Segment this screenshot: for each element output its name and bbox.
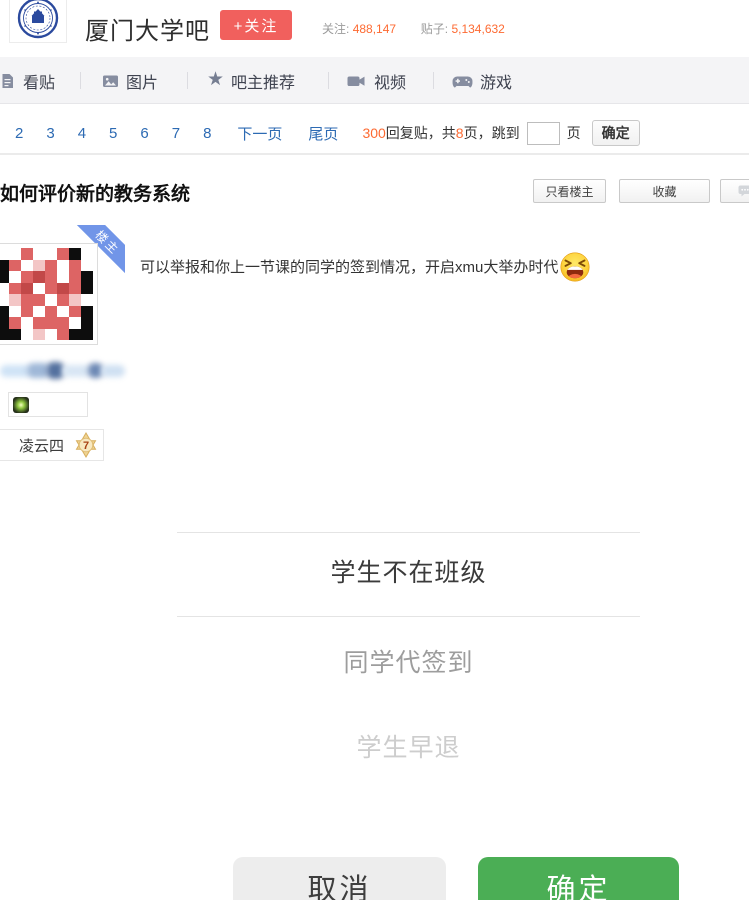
star-icon: ★ bbox=[207, 70, 224, 89]
tieba-thread-page: 厦门大学吧 +关注 关注: 488,147 贴子: 5,134,632 看贴 bbox=[0, 0, 749, 900]
nav-tab-recommended[interactable]: ★ 吧主推荐 bbox=[207, 57, 295, 104]
page-link-4[interactable]: 4 bbox=[78, 125, 86, 142]
reply-button[interactable]: 回复 bbox=[720, 179, 749, 203]
posts-count: 5,134,632 bbox=[451, 22, 504, 36]
page-unit: 页 bbox=[567, 123, 581, 143]
nav-label: 视频 bbox=[374, 69, 406, 93]
favorite-button[interactable]: 收藏 bbox=[619, 179, 710, 203]
svg-text:7: 7 bbox=[83, 440, 89, 452]
dialog-option-student-absent: 学生不在班级 bbox=[177, 553, 640, 589]
page-link-3[interactable]: 3 bbox=[46, 125, 54, 142]
forum-stats: 关注: 488,147 贴子: 5,134,632 bbox=[322, 20, 505, 37]
page-link-5[interactable]: 5 bbox=[109, 125, 117, 142]
dialog-option-proxy-signin: 同学代签到 bbox=[177, 643, 640, 679]
nav-label: 看贴 bbox=[23, 69, 55, 93]
nav-label: 图片 bbox=[126, 69, 158, 93]
post-content: 可以举报和你上一节课的同学的签到情况，开启xmu大举办时代 bbox=[140, 252, 590, 282]
author-level-box[interactable]: 凌云四 7 bbox=[0, 429, 104, 461]
post-image-dialog-screenshot[interactable]: 学生不在班级 同学代签到 学生早退 取消 确定 bbox=[130, 295, 749, 900]
only-op-button[interactable]: 只看楼主 bbox=[533, 179, 606, 203]
post-text: 可以举报和你上一节课的同学的签到情况，开启xmu大举办时代 bbox=[140, 259, 558, 276]
section-divider bbox=[0, 153, 749, 155]
total-pages: 8 bbox=[456, 125, 464, 141]
document-icon bbox=[0, 73, 16, 89]
gamepad-icon bbox=[452, 73, 473, 89]
laughing-squint-emoji-icon bbox=[560, 252, 590, 282]
badge-glow-icon bbox=[13, 397, 29, 413]
xiamen-university-seal-icon bbox=[17, 0, 59, 39]
nav-label: 游戏 bbox=[480, 69, 512, 93]
thread-title: 如何评价新的教务系统 bbox=[0, 179, 190, 206]
video-camera-icon bbox=[347, 73, 367, 89]
image-icon bbox=[102, 73, 119, 89]
follow-button[interactable]: +关注 bbox=[220, 10, 292, 40]
jump-label: 页，跳到 bbox=[464, 123, 520, 143]
followers-count: 488,147 bbox=[353, 22, 396, 36]
posts-label: 贴子: bbox=[421, 22, 448, 36]
nav-tab-videos[interactable]: 视频 bbox=[347, 57, 406, 104]
author-badge-box[interactable] bbox=[8, 392, 88, 417]
jump-confirm-button[interactable]: 确定 bbox=[592, 120, 640, 146]
censored-username[interactable] bbox=[0, 356, 128, 386]
page-link-7[interactable]: 7 bbox=[172, 125, 180, 142]
jump-page-input[interactable] bbox=[527, 122, 560, 145]
nav-separator bbox=[328, 72, 329, 89]
next-page-link[interactable]: 下一页 bbox=[237, 123, 282, 144]
reply-count-suffix: 回复贴，共 bbox=[386, 123, 456, 143]
dialog-divider bbox=[177, 616, 640, 617]
author-avatar[interactable] bbox=[0, 243, 98, 345]
page-link-8[interactable]: 8 bbox=[203, 125, 211, 142]
nav-tab-games[interactable]: 游戏 bbox=[452, 57, 512, 104]
level-name: 凌云四 bbox=[19, 435, 64, 456]
forum-logo[interactable] bbox=[9, 0, 67, 43]
forum-title: 厦门大学吧 bbox=[85, 11, 210, 46]
nav-separator bbox=[433, 72, 434, 89]
nav-tab-posts[interactable]: 看贴 bbox=[0, 57, 55, 104]
pagination-bar: 2 3 4 5 6 7 8 下一页 尾页 300 回复贴，共 8 页，跳到 页 … bbox=[0, 119, 749, 147]
forum-nav: 看贴 图片 ★ 吧主推荐 视频 bbox=[0, 57, 749, 104]
avatar-pixels bbox=[0, 248, 93, 340]
level-7-badge-icon: 7 bbox=[74, 432, 98, 458]
page-link-6[interactable]: 6 bbox=[140, 125, 148, 142]
dialog-confirm-button: 确定 bbox=[478, 857, 679, 900]
nav-label: 吧主推荐 bbox=[231, 69, 295, 93]
dialog-option-leave-early: 学生早退 bbox=[177, 728, 640, 764]
nav-tab-images[interactable]: 图片 bbox=[102, 57, 158, 104]
page-link-2[interactable]: 2 bbox=[15, 125, 23, 142]
forum-header: 厦门大学吧 +关注 关注: 488,147 贴子: 5,134,632 bbox=[0, 0, 749, 57]
dialog-cancel-button: 取消 bbox=[233, 857, 446, 900]
last-page-link[interactable]: 尾页 bbox=[308, 123, 338, 144]
nav-separator bbox=[80, 72, 81, 89]
dialog-divider bbox=[177, 532, 640, 533]
followers-label: 关注: bbox=[322, 22, 349, 36]
nav-separator bbox=[187, 72, 188, 89]
pagination-summary: 300 回复贴，共 8 页，跳到 页 确定 bbox=[362, 120, 639, 146]
reply-count: 300 bbox=[362, 125, 385, 141]
speech-bubble-icon bbox=[738, 185, 749, 197]
